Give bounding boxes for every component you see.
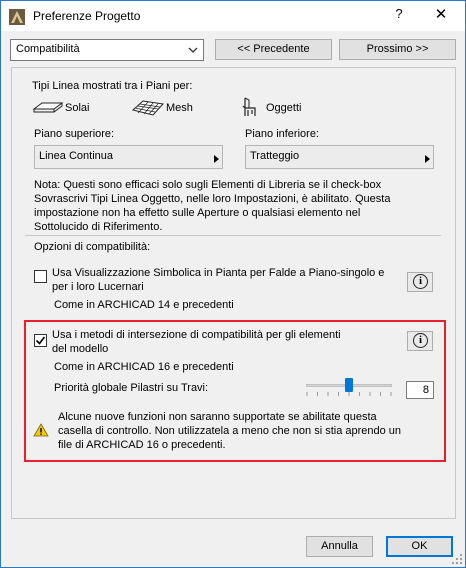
chevron-down-icon: [188, 47, 198, 53]
mesh-icon: [131, 100, 164, 116]
close-button[interactable]: ✕: [427, 5, 455, 27]
checkmark-icon: [35, 336, 46, 345]
ok-button[interactable]: OK: [386, 536, 453, 557]
priority-label: Priorità globale Pilastri su Travi:: [54, 382, 209, 394]
popup-arrow-icon: [425, 155, 430, 163]
option1-note: Come in ARCHICAD 14 e precedenti: [54, 299, 234, 311]
priority-value-field[interactable]: 8: [406, 381, 434, 399]
option2-info-button[interactable]: i: [407, 331, 433, 351]
option1-line-1: Usa Visualizzazione Simbolica in Pianta …: [52, 267, 385, 279]
warning-line-3: file di ARCHICAD 16 o precedenti.: [58, 439, 226, 451]
lower-floor-label: Piano inferiore:: [245, 128, 319, 140]
lower-floor-linetype-value: Tratteggio: [250, 150, 300, 162]
priority-slider-thumb[interactable]: [345, 378, 353, 392]
slab-icon: [32, 102, 64, 113]
symbolic-display-checkbox[interactable]: [34, 270, 47, 283]
archicad-logo-icon: [9, 9, 25, 25]
info-icon: i: [413, 274, 428, 289]
preferences-page-dropdown[interactable]: Compatibilità: [10, 39, 204, 61]
cancel-button[interactable]: Annulla: [306, 536, 373, 557]
resize-grip-icon[interactable]: [451, 553, 463, 565]
solai-label: Solai: [65, 102, 90, 114]
previous-button[interactable]: << Precedente: [215, 39, 332, 60]
note-line-1: Nota: Questi sono efficaci solo sugli El…: [34, 179, 382, 191]
note-line-2: Sovrascrivi Tipi Linea Oggetto, nelle lo…: [34, 193, 391, 205]
next-button[interactable]: Prossimo >>: [339, 39, 456, 60]
preferences-dialog: Preferenze Progetto ? ✕ Compatibilità <<…: [0, 0, 466, 568]
window-title: Preferenze Progetto: [33, 9, 141, 23]
upper-floor-linetype-popup[interactable]: Linea Continua: [34, 145, 223, 169]
title-bar: Preferenze Progetto ? ✕: [1, 1, 465, 31]
slider-ticks: [306, 392, 392, 396]
warning-icon: [33, 423, 49, 437]
upper-floor-linetype-value: Linea Continua: [39, 150, 114, 162]
section-divider: [25, 235, 441, 236]
note-line-3: impostazione non ha effetto sulle Apertu…: [34, 207, 361, 219]
option1-line-2: per i loro Lucernari: [52, 281, 144, 293]
object-chair-icon: [242, 97, 256, 116]
upper-floor-label: Piano superiore:: [34, 128, 115, 140]
lower-floor-linetype-popup[interactable]: Tratteggio: [245, 145, 434, 169]
option2-line-1: Usa i metodi di intersezione di compatib…: [52, 329, 341, 341]
help-button[interactable]: ?: [385, 6, 413, 26]
option2-line-2: del modello: [52, 343, 109, 355]
warning-line-2: casella di controllo. Non utilizzatela a…: [58, 425, 402, 437]
dropdown-value: Compatibilità: [16, 43, 80, 55]
oggetti-label: Oggetti: [266, 102, 302, 114]
option2-note: Come in ARCHICAD 16 e precedenti: [54, 361, 234, 373]
compat-heading: Opzioni di compatibilità:: [34, 241, 151, 253]
option1-info-button[interactable]: i: [407, 272, 433, 292]
popup-arrow-icon: [214, 155, 219, 163]
warning-line-1: Alcune nuove funzioni non saranno suppor…: [58, 411, 377, 423]
linetypes-heading: Tipi Linea mostrati tra i Piani per:: [32, 80, 193, 92]
info-icon: i: [413, 333, 428, 348]
intersection-methods-checkbox[interactable]: [34, 334, 47, 347]
note-line-4: Sottolucido di Riferimento.: [34, 221, 163, 233]
priority-value: 8: [422, 384, 429, 396]
mesh-label: Mesh: [166, 102, 193, 114]
